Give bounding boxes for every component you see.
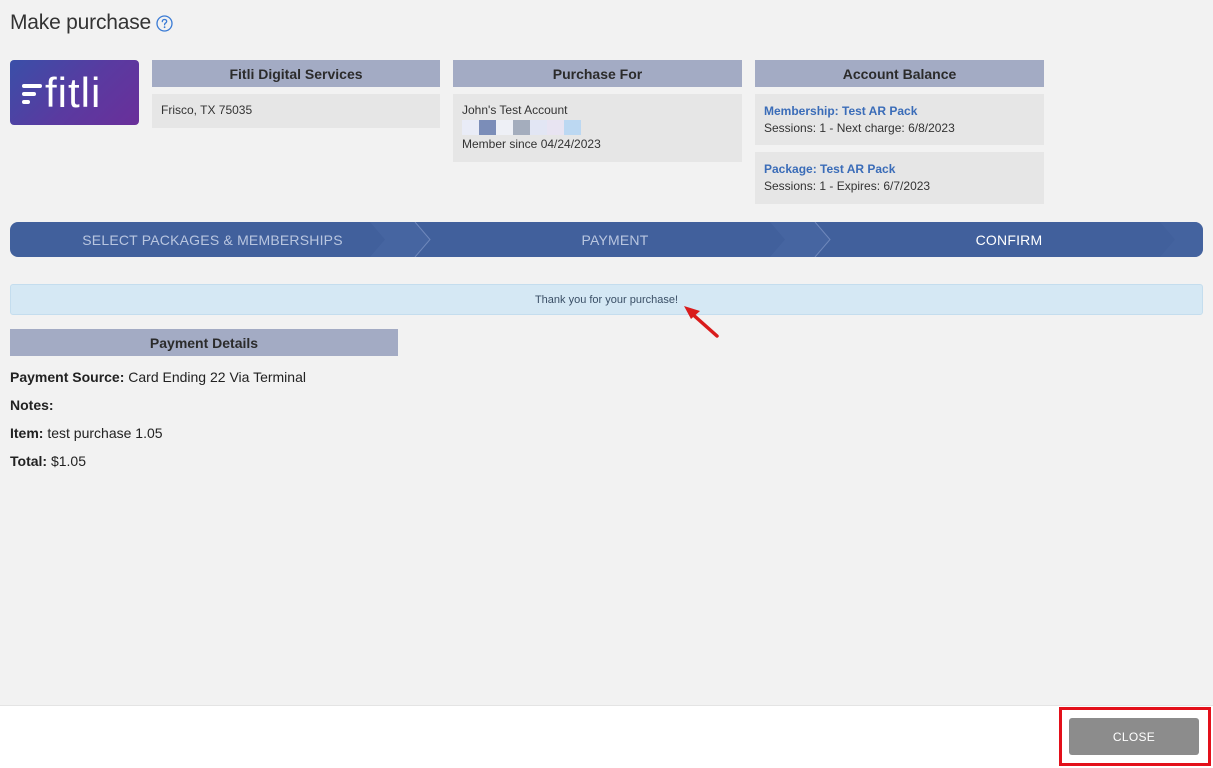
row-label: Notes: — [10, 397, 54, 413]
member-since: Member since 04/24/2023 — [462, 137, 601, 151]
redacted-swatch — [564, 120, 581, 135]
notes-row: Notes: — [10, 394, 306, 422]
purchase-for-card-body: John's Test Account Member since 04/24/2… — [453, 94, 742, 162]
package-link[interactable]: Package: Test AR Pack — [764, 161, 1035, 178]
redacted-swatch — [513, 120, 530, 135]
account-name: John's Test Account — [462, 103, 568, 117]
balance-item: Membership: Test AR Pack Sessions: 1 - N… — [755, 94, 1044, 145]
question-circle-icon[interactable] — [156, 14, 173, 32]
title-row: Make purchase — [10, 10, 173, 36]
alert-message: Thank you for your purchase! — [534, 293, 679, 306]
step-confirm[interactable]: CONFIRM — [815, 222, 1203, 257]
fitli-logo: fitli — [10, 60, 139, 125]
logo-text: fitli — [45, 71, 101, 115]
step-select-packages[interactable]: SELECT PACKAGES & MEMBERSHIPS — [10, 222, 415, 257]
step-chevron-icon — [1160, 222, 1203, 257]
step-label: SELECT PACKAGES & MEMBERSHIPS — [82, 231, 343, 248]
redacted-swatch — [462, 120, 479, 135]
vendor-card-title: Fitli Digital Services — [152, 60, 440, 87]
step-label: PAYMENT — [581, 231, 649, 248]
page-title: Make purchase — [10, 11, 151, 34]
vendor-card-body: Frisco, TX 75035 — [152, 94, 440, 128]
redacted-swatch — [496, 120, 513, 135]
payment-details-list: Payment Source: Card Ending 22 Via Termi… — [10, 366, 306, 478]
redacted-swatch — [479, 120, 496, 135]
account-balance-card: Account Balance Membership: Test AR Pack… — [755, 60, 1044, 204]
redacted-swatch — [547, 120, 564, 135]
row-value: Card Ending 22 Via Terminal — [128, 369, 306, 385]
account-balance-card-title: Account Balance — [755, 60, 1044, 87]
row-label: Total: — [10, 453, 48, 469]
balance-item: Package: Test AR Pack Sessions: 1 - Expi… — [755, 152, 1044, 204]
purchase-for-card: Purchase For John's Test Account Member … — [453, 60, 742, 162]
row-label: Payment Source: — [10, 369, 125, 385]
vendor-address: Frisco, TX 75035 — [161, 103, 253, 117]
red-arrow-icon — [684, 306, 719, 338]
make-purchase-dialog: Make purchase fitli Fitli Digital Servic… — [0, 0, 1213, 768]
step-payment[interactable]: PAYMENT — [415, 222, 815, 257]
redacted-swatch — [530, 120, 547, 135]
redacted-swatches — [462, 119, 733, 136]
membership-detail: Sessions: 1 - Next charge: 6/8/2023 — [764, 121, 955, 135]
payment-details-title: Payment Details — [10, 329, 398, 356]
vendor-card: Fitli Digital Services Frisco, TX 75035 — [152, 60, 440, 128]
row-label: Item: — [10, 425, 44, 441]
purchase-for-card-title: Purchase For — [453, 60, 742, 87]
total-row: Total: $1.05 — [10, 450, 306, 478]
dialog-footer — [0, 705, 1213, 768]
membership-link[interactable]: Membership: Test AR Pack — [764, 103, 1035, 120]
row-value: test purchase 1.05 — [47, 425, 163, 441]
purchase-steps: SELECT PACKAGES & MEMBERSHIPS PAYMENT CO… — [10, 222, 1203, 257]
step-label: CONFIRM — [975, 231, 1043, 248]
item-row: Item: test purchase 1.05 — [10, 422, 306, 450]
success-alert: Thank you for your purchase! — [10, 284, 1203, 315]
package-detail: Sessions: 1 - Expires: 6/7/2023 — [764, 179, 931, 193]
payment-source-row: Payment Source: Card Ending 22 Via Termi… — [10, 366, 306, 394]
row-value: $1.05 — [50, 453, 87, 469]
close-button[interactable]: CLOSE — [1069, 718, 1199, 755]
